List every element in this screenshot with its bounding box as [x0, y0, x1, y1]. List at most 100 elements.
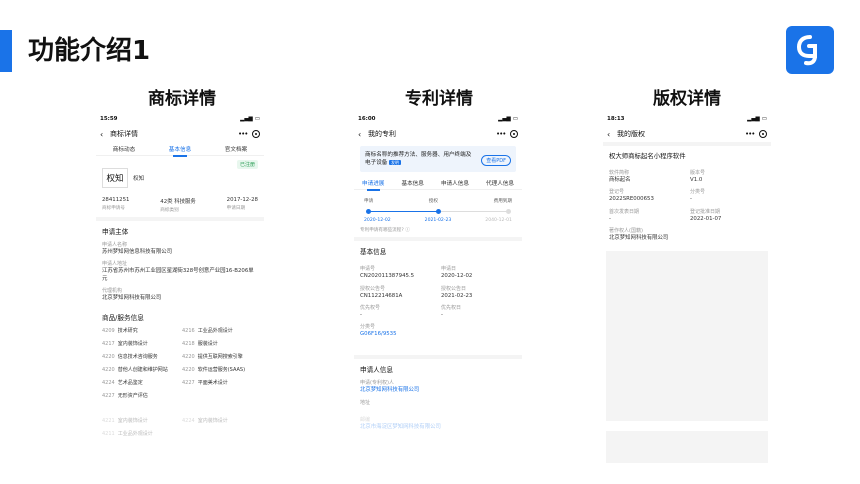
patent-phone-screen: 16:00 ▂▄▆ ▭ ‹ 我的专利 ••• 商标名称的推荐方法、服务器、用户终… [354, 112, 522, 484]
status-bar: 16:00 ▂▄▆ ▭ [354, 112, 522, 126]
goods-item: 4227 无形资产评估 [102, 392, 178, 399]
patent-type-tag: 发明 [389, 159, 401, 166]
stat-value: 42类 科技服务 [160, 199, 196, 205]
timeline-dot [435, 208, 441, 214]
field-label: 分类号 [360, 324, 376, 331]
close-miniprogram-icon[interactable] [759, 130, 767, 138]
step-date: 2021-02-23 [424, 218, 452, 224]
back-icon[interactable]: ‹ [358, 130, 368, 139]
help-icon: ⓘ [405, 228, 410, 234]
tab-application-progress[interactable]: 申请进展 [360, 179, 386, 191]
progress-timeline: 申请 授权 费用到期 2020-12-02 2021-02-23 2040-12… [354, 190, 522, 227]
tab-trademark-news[interactable]: 商标动态 [111, 145, 137, 153]
goods-name: 替他人创建和维护网站 [117, 367, 168, 374]
goods-name: 室内装饰设计 [117, 418, 148, 425]
goods-item: 4224 室内装饰设计 [182, 417, 258, 424]
goods-code: 4217 [102, 341, 115, 348]
tab-basic-info[interactable]: 基本信息 [399, 179, 425, 187]
status-icons: ▂▄▆ ▭ [747, 116, 767, 122]
status-time: 18:13 [607, 116, 625, 122]
field-label: 优先权日 [441, 304, 462, 311]
signal-icon: ▂▄▆ [498, 116, 511, 122]
more-icon[interactable]: ••• [745, 130, 759, 138]
goods-name: 服装设计 [197, 341, 218, 348]
goods-name: 工业品外观设计 [197, 328, 233, 335]
more-icon[interactable]: ••• [238, 130, 252, 138]
field-label: 登记号 [609, 189, 625, 196]
field-value: 北京市海淀区梦知网科技有限公司 [360, 423, 441, 430]
trademark-logo: 权知 [102, 168, 128, 188]
battery-icon: ▭ [512, 116, 518, 122]
column-title-copyright: 版权详情 [653, 89, 721, 109]
battery-icon: ▭ [254, 116, 260, 122]
goods-item: 4224 艺术品鉴定 [102, 379, 178, 386]
tab-agent-info[interactable]: 代理人信息 [484, 179, 516, 187]
goods-name: 提供互联网搜索引擎 [197, 354, 243, 361]
section-title: 商品/服务信息 [102, 314, 144, 323]
goods-item: 4217 室内装饰设计 [102, 340, 178, 347]
field-label: 申请(专利权)人 [360, 380, 394, 387]
field-value: - [441, 311, 443, 318]
field-value: - [609, 215, 611, 222]
goods-code: 4211 [102, 431, 115, 438]
tab-applicant-info[interactable]: 申请人信息 [439, 179, 471, 187]
close-miniprogram-icon[interactable] [252, 130, 260, 138]
classification-link[interactable]: G06F16/9535 [360, 331, 516, 338]
empty-area [606, 251, 768, 422]
step-label: 授权 [428, 199, 438, 205]
field-label: 申请号 [360, 266, 376, 273]
nav-bar: ‹ 商标详情 ••• [96, 126, 264, 142]
goods-name: 软件运营服务(SAAS) [197, 367, 246, 374]
field-value: 商标起名 [609, 177, 631, 183]
patent-title: 商标名称的推荐方法、服务器、用户终端及电子设备 [365, 152, 472, 167]
section-title: 基本信息 [360, 248, 387, 257]
column-title-patent: 专利详情 [405, 89, 473, 109]
more-icon[interactable]: ••• [496, 130, 510, 138]
applicant-section: 申请主体 申请人名称 苏州梦知网信息科技有限公司 申请人地址 江苏省苏州市苏州工… [96, 221, 264, 307]
process-help-text: 专利申请有哪些流程? [360, 228, 404, 234]
field-value: 北京梦知网科技有限公司 [102, 294, 162, 301]
brand-logo-icon [786, 26, 834, 74]
goods-name: 平面美术设计 [197, 380, 228, 387]
timeline-track [365, 206, 511, 216]
nav-title: 我的专利 [368, 130, 396, 138]
tab-official-docs[interactable]: 官文档案 [223, 145, 249, 153]
field-label: 软件简称 [609, 170, 630, 176]
timeline-progress-fill [368, 210, 438, 212]
section-title: 申请主体 [102, 228, 129, 236]
status-time: 16:00 [358, 116, 376, 122]
nav-bar: ‹ 我的版权 ••• [603, 126, 771, 142]
goods-name: 无形资产评估 [117, 393, 148, 400]
goods-item: 4220 提供互联网搜索引擎 [182, 353, 258, 360]
view-pdf-button[interactable]: 查看PDF [481, 155, 511, 166]
goods-code: 4224 [182, 418, 195, 425]
section-title: 申请人信息 [360, 366, 393, 375]
copyright-info-section: 权大师商标起名小程序软件 软件简称 商标起名 版本号 V1.0 登记号 2022SRE… [603, 146, 771, 247]
field-label: 首次发表日期 [609, 208, 640, 215]
title-accent-bar [0, 30, 12, 72]
timeline-dot [505, 208, 511, 214]
stat-label: 商标申请号 [102, 206, 125, 211]
goods-code: 4227 [182, 380, 195, 387]
status-time: 15:59 [100, 116, 118, 122]
empty-area [606, 431, 768, 464]
process-help-link[interactable]: 专利申请有哪些流程? ⓘ [354, 227, 522, 237]
goods-name: 艺术品鉴定 [117, 380, 143, 387]
trademark-tabs: 商标动态 基本信息 官文档案 [96, 142, 264, 157]
stat-label: 申请日期 [226, 206, 246, 211]
status-bar: 15:59 ▂▄▆ ▭ [96, 112, 264, 126]
back-icon[interactable]: ‹ [607, 130, 617, 139]
status-badge: 已注册 [236, 160, 258, 169]
goods-name: 工业品外观设计 [117, 431, 153, 438]
goods-code: 4218 [182, 341, 195, 348]
goods-item: 4218 服装设计 [182, 340, 258, 347]
close-miniprogram-icon[interactable] [510, 130, 518, 138]
back-icon[interactable]: ‹ [100, 130, 110, 139]
tab-basic-info[interactable]: 基本信息 [167, 145, 193, 157]
goods-name: 技术研究 [117, 328, 138, 335]
signal-icon: ▂▄▆ [747, 116, 760, 122]
battery-icon: ▭ [761, 116, 767, 122]
stat-value: 28411251 [102, 197, 130, 203]
applicant-link[interactable]: 北京梦知网科技有限公司 [360, 387, 516, 394]
goods-code: 4216 [182, 328, 195, 335]
